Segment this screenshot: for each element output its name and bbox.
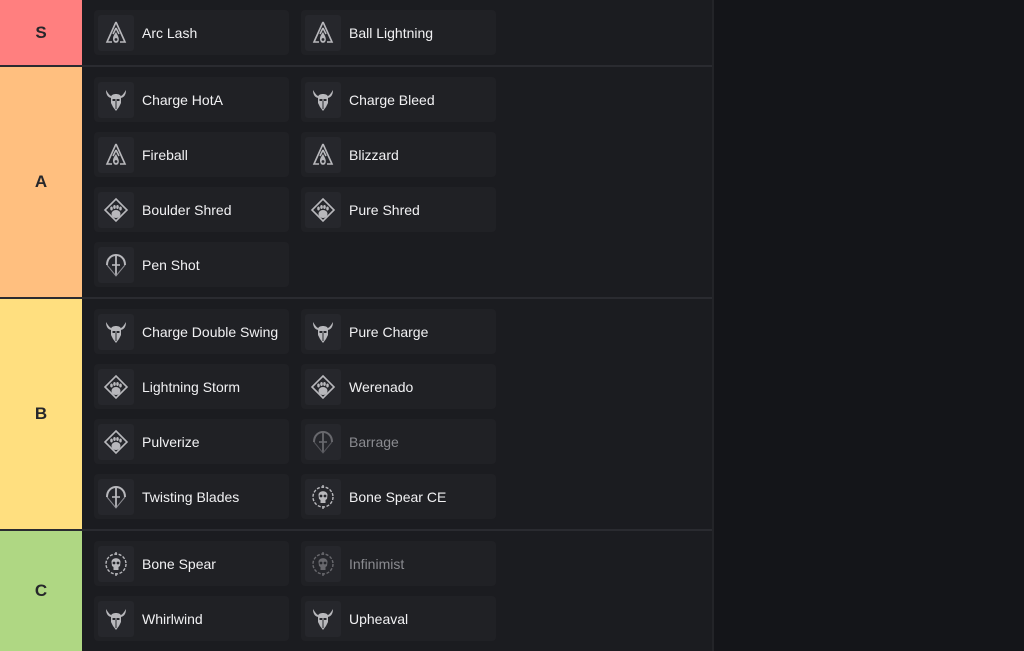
tier-item[interactable]: Bone Spear (94, 541, 289, 586)
tier-row-s: S Arc Lash Ball Lightning (0, 0, 712, 67)
tier-item[interactable]: Pulverize (94, 419, 289, 464)
tier-item-name: Blizzard (349, 146, 399, 163)
tier-item[interactable]: Charge Double Swing (94, 309, 289, 354)
tier-item-name: Werenado (349, 378, 414, 395)
tier-items: Charge HotA Charge Bleed Fireball Blizza… (82, 67, 712, 297)
necromancer-icon (305, 478, 341, 515)
druid-icon (305, 368, 341, 405)
druid-icon (98, 191, 134, 228)
tier-item-name: Pure Charge (349, 323, 429, 340)
tier-item[interactable]: Boulder Shred (94, 187, 289, 232)
tier-item-name: Whirlwind (142, 610, 203, 627)
sorcerer-icon (305, 136, 341, 173)
tier-item[interactable]: Arc Lash (94, 10, 289, 55)
tier-item-name: Bone Spear CE (349, 488, 447, 505)
tier-item[interactable]: Lightning Storm (94, 364, 289, 409)
tier-item[interactable]: Barrage (301, 419, 496, 464)
sorcerer-icon (305, 14, 341, 51)
tier-item[interactable]: Twisting Blades (94, 474, 289, 519)
druid-icon (305, 191, 341, 228)
barbarian-icon (98, 600, 134, 637)
tier-items: Bone Spear Infinimist Whirlwind Upheaval (82, 531, 712, 651)
tier-item-name: Charge Double Swing (142, 323, 279, 340)
tier-item[interactable]: Werenado (301, 364, 496, 409)
tier-item-name: Twisting Blades (142, 488, 240, 505)
tier-item[interactable]: Bone Spear CE (301, 474, 496, 519)
necromancer-icon (305, 545, 341, 582)
tier-item-name: Charge HotA (142, 91, 223, 108)
tier-item[interactable]: Pure Shred (301, 187, 496, 232)
barbarian-icon (98, 313, 134, 350)
tier-item-name: Pure Shred (349, 201, 420, 218)
tier-item-name: Boulder Shred (142, 201, 232, 218)
empty-side-panel (714, 0, 1024, 538)
tier-item[interactable]: Upheaval (301, 596, 496, 641)
tier-item-name: Bone Spear (142, 555, 216, 572)
rogue-icon (98, 478, 134, 515)
barbarian-icon (305, 600, 341, 637)
tier-item[interactable]: Whirlwind (94, 596, 289, 641)
barbarian-icon (98, 81, 134, 118)
tier-items: Arc Lash Ball Lightning (82, 0, 712, 65)
tier-item-name: Charge Bleed (349, 91, 435, 108)
druid-icon (98, 368, 134, 405)
tier-item-name: Pen Shot (142, 256, 200, 273)
tier-item-name: Lightning Storm (142, 378, 241, 395)
druid-icon (98, 423, 134, 460)
tier-label[interactable]: C (0, 531, 82, 651)
tier-item[interactable]: Infinimist (301, 541, 496, 586)
tier-item-name: Fireball (142, 146, 188, 163)
tier-item-name: Arc Lash (142, 24, 198, 41)
tier-item-name: Barrage (349, 433, 399, 450)
tier-label[interactable]: B (0, 299, 82, 529)
necromancer-icon (98, 545, 134, 582)
tier-row-b: B Charge Double Swing Pure Charge Lightn… (0, 299, 712, 531)
tier-item[interactable]: Blizzard (301, 132, 496, 177)
tier-item-name: Pulverize (142, 433, 200, 450)
sorcerer-icon (98, 136, 134, 173)
tier-label[interactable]: S (0, 0, 82, 65)
tier-item[interactable]: Fireball (94, 132, 289, 177)
tier-item[interactable]: Pen Shot (94, 242, 289, 287)
tier-label[interactable]: A (0, 67, 82, 297)
tier-item[interactable]: Charge HotA (94, 77, 289, 122)
rogue-icon (305, 423, 341, 460)
rogue-icon (98, 246, 134, 283)
tier-item-name: Ball Lightning (349, 24, 434, 41)
tier-list: S Arc Lash Ball Lightning A Charge HotA C… (0, 0, 714, 651)
barbarian-icon (305, 81, 341, 118)
tier-row-a: A Charge HotA Charge Bleed Fireball Bliz… (0, 67, 712, 299)
tier-item[interactable]: Pure Charge (301, 309, 496, 354)
barbarian-icon (305, 313, 341, 350)
tier-item-name: Upheaval (349, 610, 409, 627)
tier-item[interactable]: Ball Lightning (301, 10, 496, 55)
tier-item-name: Infinimist (349, 555, 405, 572)
tier-item[interactable]: Charge Bleed (301, 77, 496, 122)
tier-row-c: C Bone Spear Infinimist Whirlwind Upheav… (0, 531, 712, 651)
sorcerer-icon (98, 14, 134, 51)
tier-items: Charge Double Swing Pure Charge Lightnin… (82, 299, 712, 529)
